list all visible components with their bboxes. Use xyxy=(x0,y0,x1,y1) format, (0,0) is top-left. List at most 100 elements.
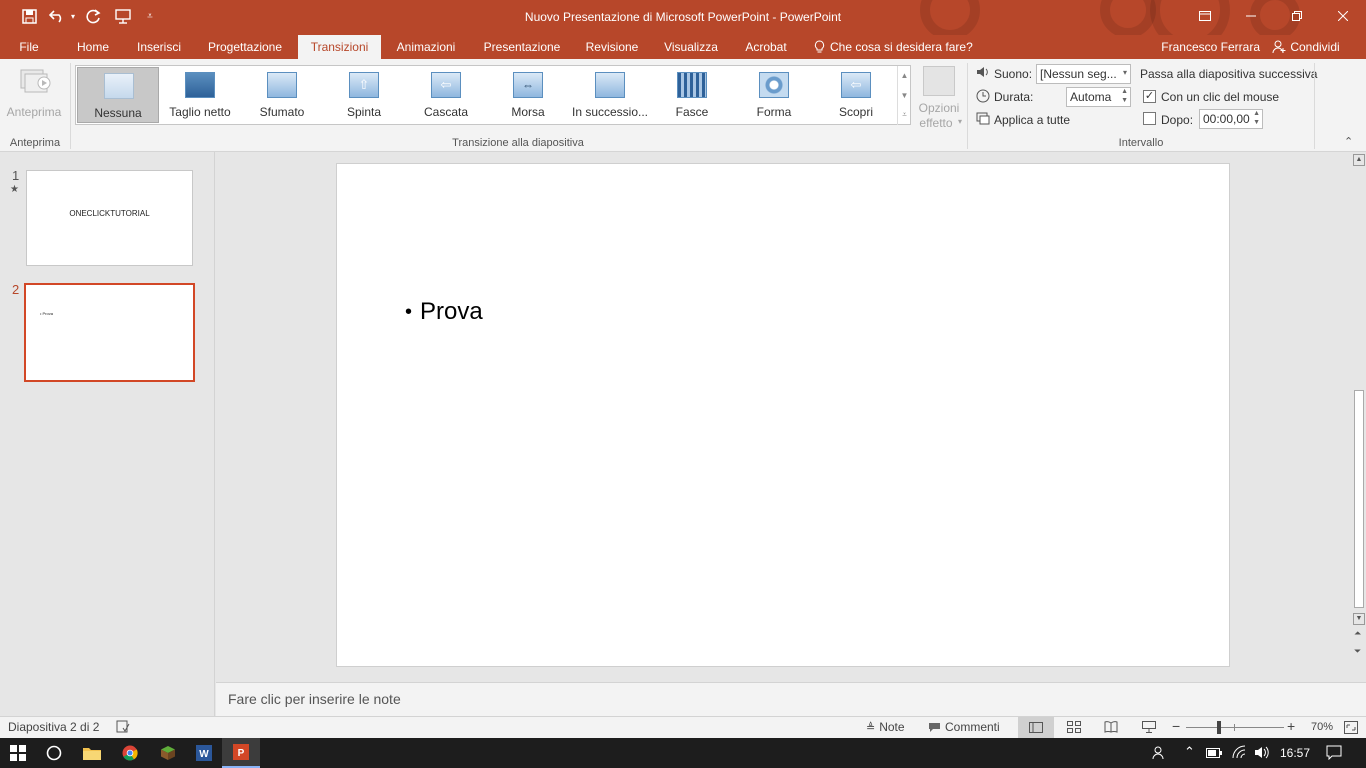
normal-view-button[interactable] xyxy=(1018,717,1054,738)
reading-view-icon[interactable] xyxy=(1104,721,1118,733)
current-slide[interactable]: • Prova xyxy=(336,163,1230,667)
people-icon[interactable] xyxy=(1152,746,1166,760)
wifi-icon[interactable] xyxy=(1232,745,1246,759)
user-name[interactable]: Francesco Ferrara xyxy=(1158,35,1260,59)
minimize-icon[interactable] xyxy=(1228,0,1274,32)
sound-dropdown[interactable]: [Nessun seg... ▾ xyxy=(1036,64,1131,84)
collapse-ribbon-icon[interactable]: ⌃ xyxy=(1344,135,1353,148)
cortana-icon[interactable] xyxy=(36,738,72,768)
tab-progettazione[interactable]: Progettazione xyxy=(198,35,292,59)
tab-inserisci[interactable]: Inserisci xyxy=(128,35,190,59)
spin-up-icon[interactable]: ▲ xyxy=(1121,88,1128,95)
scroll-up-icon[interactable]: ▲ xyxy=(1353,154,1365,166)
restore-icon[interactable] xyxy=(1274,0,1320,32)
next-slide-icon[interactable]: ⏷ xyxy=(1354,646,1361,657)
preview-button[interactable]: Anteprima xyxy=(2,63,66,121)
chevron-down-icon: ▾ xyxy=(957,117,962,126)
close-icon[interactable] xyxy=(1320,0,1366,32)
transition-forma[interactable]: Forma xyxy=(733,67,815,123)
split-transition-icon: ⇔ xyxy=(513,72,543,98)
spelling-check-icon[interactable] xyxy=(116,720,130,733)
comment-icon xyxy=(929,722,940,732)
lightbulb-icon xyxy=(814,40,825,53)
spin-down-icon[interactable]: ▼ xyxy=(1121,97,1128,104)
after-checkbox[interactable] xyxy=(1143,112,1156,125)
on-click-checkbox[interactable]: ✓ xyxy=(1143,90,1156,103)
transition-scopri[interactable]: ⇦ Scopri xyxy=(815,67,897,123)
zoom-level[interactable]: 70% xyxy=(1311,721,1333,733)
transition-sfumato[interactable]: Sfumato xyxy=(241,67,323,123)
tell-me-box[interactable]: Che cosa si desidera fare? xyxy=(814,35,974,59)
ribbon: Anteprima Anteprima Nessuna Taglio netto… xyxy=(0,59,1366,152)
tab-acrobat[interactable]: Acrobat xyxy=(734,35,798,59)
transition-spinta[interactable]: ⇧ Spinta xyxy=(323,67,405,123)
transition-group-label: Transizione alla diapositiva xyxy=(452,137,584,149)
duration-label: Durata: xyxy=(994,90,1034,104)
slide-thumbnail-1[interactable]: ONECLICKTUTORIAL xyxy=(26,170,193,266)
tab-file[interactable]: File xyxy=(8,35,50,59)
transition-fasce[interactable]: Fasce xyxy=(651,67,733,123)
tab-presentazione[interactable]: Presentazione xyxy=(476,35,568,59)
tell-me-text: Che cosa si desidera fare? xyxy=(830,40,973,54)
effect-options-button[interactable]: Opzioni effetto ▾ xyxy=(914,63,964,133)
preview-icon xyxy=(20,69,51,93)
file-explorer-icon[interactable] xyxy=(74,738,110,768)
apply-all-button[interactable]: Applica a tutte xyxy=(994,113,1070,127)
comments-toggle[interactable]: Commenti xyxy=(928,720,1000,734)
transition-nessuna[interactable]: Nessuna xyxy=(77,67,159,123)
transition-label: Morsa xyxy=(511,105,545,119)
gallery-scroll-down[interactable]: ▼ xyxy=(897,86,911,106)
clock-time[interactable]: 16:57 xyxy=(1280,746,1310,760)
window-title: Nuovo Presentazione di Microsoft PowerPo… xyxy=(524,10,842,24)
after-time-value: 00:00,00 xyxy=(1203,112,1250,126)
slideshow-icon[interactable] xyxy=(1142,721,1156,733)
scroll-thumb[interactable] xyxy=(1354,390,1364,608)
after-time-spinner[interactable]: 00:00,00 ▲ ▼ xyxy=(1199,109,1263,129)
advance-slide-title: Passa alla diapositiva successiva xyxy=(1140,67,1318,81)
spin-down-icon[interactable]: ▼ xyxy=(1253,119,1260,126)
timing-group-label: Intervallo xyxy=(1118,137,1164,149)
zoom-slider-thumb[interactable] xyxy=(1217,721,1221,734)
tab-transizioni[interactable]: Transizioni xyxy=(298,35,381,59)
action-center-icon[interactable] xyxy=(1326,745,1342,760)
vertical-scrollbar[interactable]: ▲ ▼ ⏶ ⏷ xyxy=(1350,152,1366,682)
slide-thumbnail-2[interactable]: • Prova xyxy=(24,283,195,382)
speaker-icon xyxy=(977,67,988,77)
volume-icon[interactable] xyxy=(1254,746,1269,759)
ribbon-display-options-icon[interactable] xyxy=(1182,0,1228,32)
tab-visualizza[interactable]: Visualizza xyxy=(658,35,724,59)
notes-toggle[interactable]: ≜ Note xyxy=(866,720,905,734)
group-divider xyxy=(1314,63,1315,149)
transition-cascata[interactable]: ⇦ Cascata xyxy=(405,67,487,123)
transition-morsa[interactable]: ⇔ Morsa xyxy=(487,67,569,123)
previous-slide-icon[interactable]: ⏶ xyxy=(1354,628,1361,639)
duration-spinner[interactable]: Automa ▲ ▼ xyxy=(1066,87,1131,107)
transition-label: Taglio netto xyxy=(169,105,231,119)
tab-revisione[interactable]: Revisione xyxy=(578,35,646,59)
spin-up-icon[interactable]: ▲ xyxy=(1253,110,1260,117)
transition-label: Spinta xyxy=(346,105,382,119)
gallery-more[interactable]: ⩡ xyxy=(897,105,911,125)
fit-to-window-icon[interactable] xyxy=(1344,721,1358,734)
share-button[interactable]: Condividi xyxy=(1266,35,1346,59)
windows-start-icon[interactable] xyxy=(0,738,36,768)
scroll-down-icon[interactable]: ▼ xyxy=(1353,613,1365,625)
chevron-up-icon[interactable]: ⌃ xyxy=(1184,744,1195,760)
minecraft-icon[interactable] xyxy=(150,738,186,768)
word-icon[interactable]: W xyxy=(186,738,222,768)
battery-icon[interactable] xyxy=(1206,748,1222,758)
chrome-icon[interactable] xyxy=(112,738,148,768)
zoom-out-button[interactable]: − xyxy=(1172,718,1180,734)
notes-pane[interactable]: Fare clic per inserire le note xyxy=(216,682,1366,716)
gallery-scroll-up[interactable]: ▲ xyxy=(897,66,911,86)
content-placeholder[interactable]: • Prova xyxy=(405,298,483,326)
slide-sorter-icon[interactable] xyxy=(1067,721,1081,733)
powerpoint-icon[interactable]: P xyxy=(222,738,260,768)
zoom-slider[interactable] xyxy=(1186,721,1284,734)
transition-star-icon: ★ xyxy=(10,184,19,195)
tab-animazioni[interactable]: Animazioni xyxy=(388,35,464,59)
transition-in-successione[interactable]: In successio... xyxy=(569,67,651,123)
tab-home[interactable]: Home xyxy=(66,35,120,59)
transition-taglio-netto[interactable]: Taglio netto xyxy=(159,67,241,123)
zoom-in-button[interactable]: + xyxy=(1287,718,1295,734)
